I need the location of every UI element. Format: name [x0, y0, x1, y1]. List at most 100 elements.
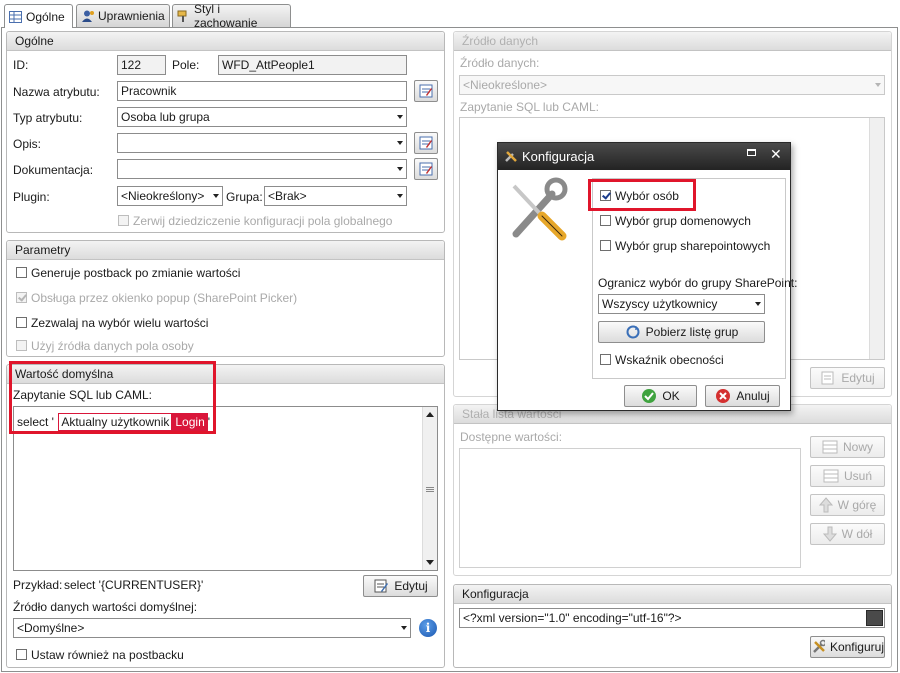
group-label: Grupa: [226, 190, 263, 204]
tools-illustration-icon [504, 174, 586, 254]
tab-label: Uprawnienia [98, 9, 165, 23]
cancel-icon [716, 389, 731, 403]
datasource-edit-label: Edytuj [841, 371, 875, 385]
chevron-down-icon [875, 83, 881, 87]
limit-group-label: Ogranicz wybór do grupy SharePoint: [598, 276, 798, 290]
popup-label: Obsługa przez okienko popup (SharePoint … [31, 291, 298, 305]
edit-list-icon [419, 84, 433, 98]
config-group-title: Konfiguracja [454, 585, 891, 604]
group-select-value: <Brak> [268, 189, 307, 203]
available-values-list[interactable] [459, 448, 801, 568]
dialog-title: Konfiguracja [522, 149, 595, 164]
refresh-icon [626, 325, 640, 339]
tab-permissions[interactable]: Uprawnienia [76, 4, 170, 27]
ok-label: OK [662, 389, 680, 403]
example-label: Przykład: [13, 578, 63, 592]
select-domain-groups-checkbox[interactable] [600, 215, 611, 226]
maximize-icon[interactable] [747, 149, 756, 156]
table-icon [9, 10, 22, 23]
close-icon[interactable]: ✕ [770, 146, 782, 163]
move-down-button[interactable]: W dół [810, 523, 885, 545]
translate-desc-button[interactable] [414, 132, 438, 154]
config-xml-field[interactable]: <?xml version="1.0" encoding="utf-16"?> [459, 608, 885, 628]
info-icon[interactable]: i [419, 619, 437, 637]
move-up-label: W górę [837, 498, 877, 512]
delete-value-label: Usuń [843, 469, 872, 483]
chevron-down-icon [755, 302, 761, 306]
delete-value-button[interactable]: Usuń [810, 465, 885, 487]
select-domain-groups-label: Wybór grup domenowych [615, 214, 751, 228]
new-row-icon [822, 440, 838, 454]
default-source-select[interactable]: <Domyślne> [13, 618, 411, 638]
inherit-checkbox[interactable] [118, 215, 129, 226]
postback-checkbox[interactable] [16, 267, 27, 278]
chevron-down-icon [397, 194, 403, 198]
dialog-titlebar[interactable]: Konfiguracja ✕ [498, 143, 790, 170]
cancel-button[interactable]: Anuluj [705, 385, 780, 407]
highlight-default-value [9, 361, 216, 434]
ok-button[interactable]: OK [624, 385, 697, 407]
popup-checkbox[interactable] [16, 292, 27, 303]
color-swatch[interactable] [866, 610, 883, 626]
limit-group-value: Wszyscy użytkownicy [602, 297, 718, 311]
default-edit-button[interactable]: Edytuj [363, 575, 438, 597]
datasource-edit-button[interactable]: Edytuj [810, 367, 885, 389]
tab-label: Styl i zachowanie [194, 2, 258, 30]
editor-scrollbar[interactable] [422, 407, 437, 570]
check-icon [642, 389, 657, 403]
presence-label: Wskaźnik obecności [615, 353, 724, 367]
chevron-down-icon [213, 194, 219, 198]
edit-list-icon [419, 162, 433, 176]
multi-select-checkbox[interactable] [16, 317, 27, 328]
type-label: Typ atrybutu: [13, 111, 83, 125]
datasource-scrollbar[interactable] [869, 118, 884, 359]
move-down-label: W dół [841, 527, 873, 541]
configure-button[interactable]: Konfiguruj [810, 636, 885, 658]
id-label: ID: [13, 58, 29, 72]
type-select[interactable]: Osoba lub grupa [117, 107, 407, 127]
plugin-select-value: <Nieokreślony> [121, 189, 205, 203]
presence-checkbox[interactable] [600, 354, 611, 365]
documentation-field[interactable] [117, 159, 407, 179]
limit-group-select[interactable]: Wszyscy użytkownicy [598, 294, 765, 314]
chevron-down-icon [397, 167, 403, 171]
tab-label: Ogólne [26, 9, 65, 24]
move-up-button[interactable]: W górę [810, 494, 885, 516]
set-on-postback-checkbox[interactable] [16, 649, 27, 660]
person-source-label: Użyj źródła danych pola osoby [31, 339, 194, 353]
datasource-select[interactable]: <Nieokreślone> [459, 75, 885, 95]
postback-label: Generuje postback po zmianie wartości [31, 266, 241, 280]
tab-style[interactable]: Styl i zachowanie [172, 2, 291, 30]
person-source-checkbox[interactable] [16, 340, 27, 351]
datasource-label: Źródło danych: [460, 56, 540, 70]
select-sp-groups-label: Wybór grup sharepointowych [615, 239, 771, 253]
highlight-select-persons [588, 179, 696, 211]
select-sp-groups-checkbox[interactable] [600, 240, 611, 251]
default-source-value: <Domyślne> [17, 621, 85, 635]
plugin-select[interactable]: <Nieokreślony> [117, 186, 223, 206]
new-value-button[interactable]: Nowy [810, 436, 885, 458]
configure-label: Konfiguruj [829, 640, 884, 654]
type-select-value: Osoba lub grupa [121, 110, 210, 124]
chevron-down-icon [397, 141, 403, 145]
paint-icon [177, 10, 190, 22]
cancel-label: Anuluj [736, 389, 770, 403]
arrow-up-icon [818, 497, 833, 513]
user-icon [81, 10, 94, 22]
field-name-field[interactable]: WFD_AttPeople1 [218, 55, 407, 75]
arrow-down-icon [822, 526, 837, 542]
description-field[interactable] [117, 133, 407, 153]
plugin-label: Plugin: [13, 190, 50, 204]
id-field[interactable]: 122 [117, 55, 166, 75]
delete-row-icon [823, 469, 839, 483]
datasource-group-title: Źródło danych [454, 32, 891, 51]
tab-general[interactable]: Ogólne [4, 4, 73, 28]
default-edit-label: Edytuj [394, 579, 428, 593]
name-field[interactable]: Pracownik [117, 81, 407, 101]
translate-name-button[interactable] [414, 80, 438, 102]
group-select[interactable]: <Brak> [264, 186, 407, 206]
edit-icon [374, 579, 389, 593]
fetch-groups-button[interactable]: Pobierz listę grup [598, 321, 765, 343]
fetch-groups-label: Pobierz listę grup [645, 325, 739, 339]
translate-doc-button[interactable] [414, 158, 438, 180]
